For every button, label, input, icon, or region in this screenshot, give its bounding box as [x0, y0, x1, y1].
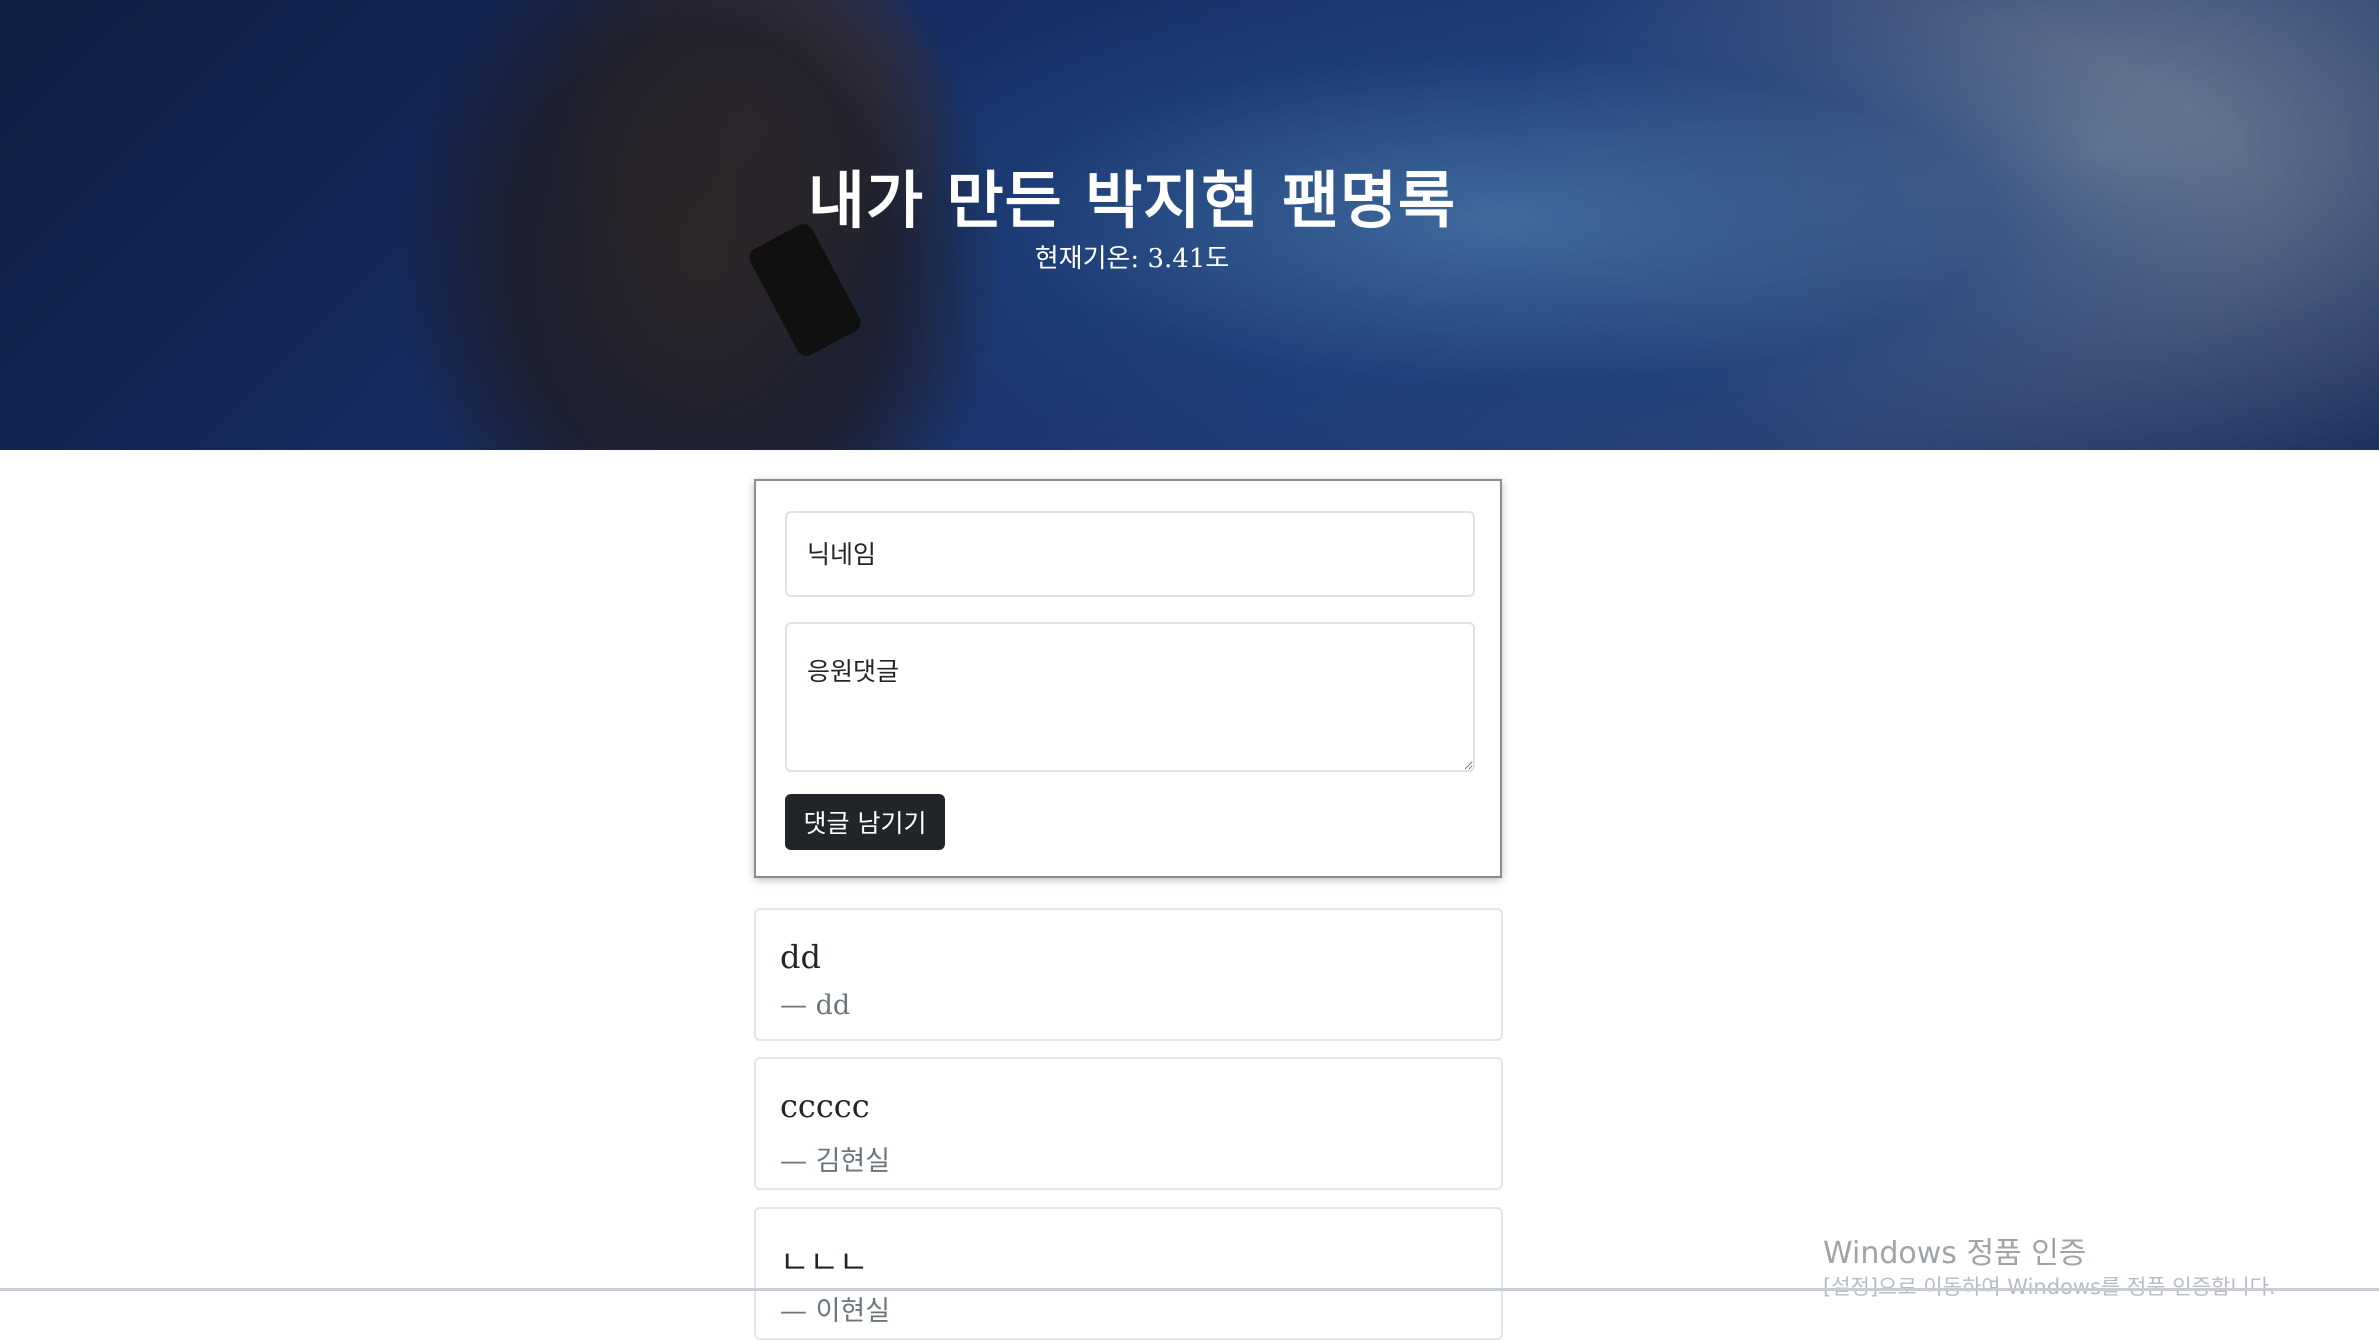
current-temperature: 현재기온: 3.41도	[1034, 244, 1230, 274]
comment-author: — 김현실	[780, 1146, 891, 1177]
comment-card: dd — dd	[754, 908, 1503, 1041]
nickname-input[interactable]	[785, 511, 1475, 597]
windows-activation-watermark: Windows 정품 인증	[1823, 1236, 2087, 1271]
hero-banner: 내가 만든 박지현 팬명록 현재기온: 3.41도	[0, 0, 2379, 450]
windows-activation-subtext: [설정]으로 이동하여 Windows를 정품 인증합니다.	[1823, 1275, 2276, 1299]
page-title: 내가 만든 박지현 팬명록	[807, 164, 1457, 237]
comment-author: — dd	[780, 990, 851, 1021]
comment-text: dd	[780, 938, 821, 976]
comment-card: ccccc — 김현실	[754, 1057, 1503, 1190]
comment-author: — 이현실	[780, 1296, 891, 1327]
submit-comment-button[interactable]: 댓글 남기기	[785, 794, 945, 850]
comment-textarea[interactable]	[785, 622, 1475, 772]
comment-text: ㄴㄴㄴ	[780, 1243, 869, 1281]
comment-form: 댓글 남기기	[754, 479, 1502, 878]
comment-text: ccccc	[780, 1087, 870, 1125]
comment-card: ㄴㄴㄴ — 이현실	[754, 1207, 1503, 1340]
